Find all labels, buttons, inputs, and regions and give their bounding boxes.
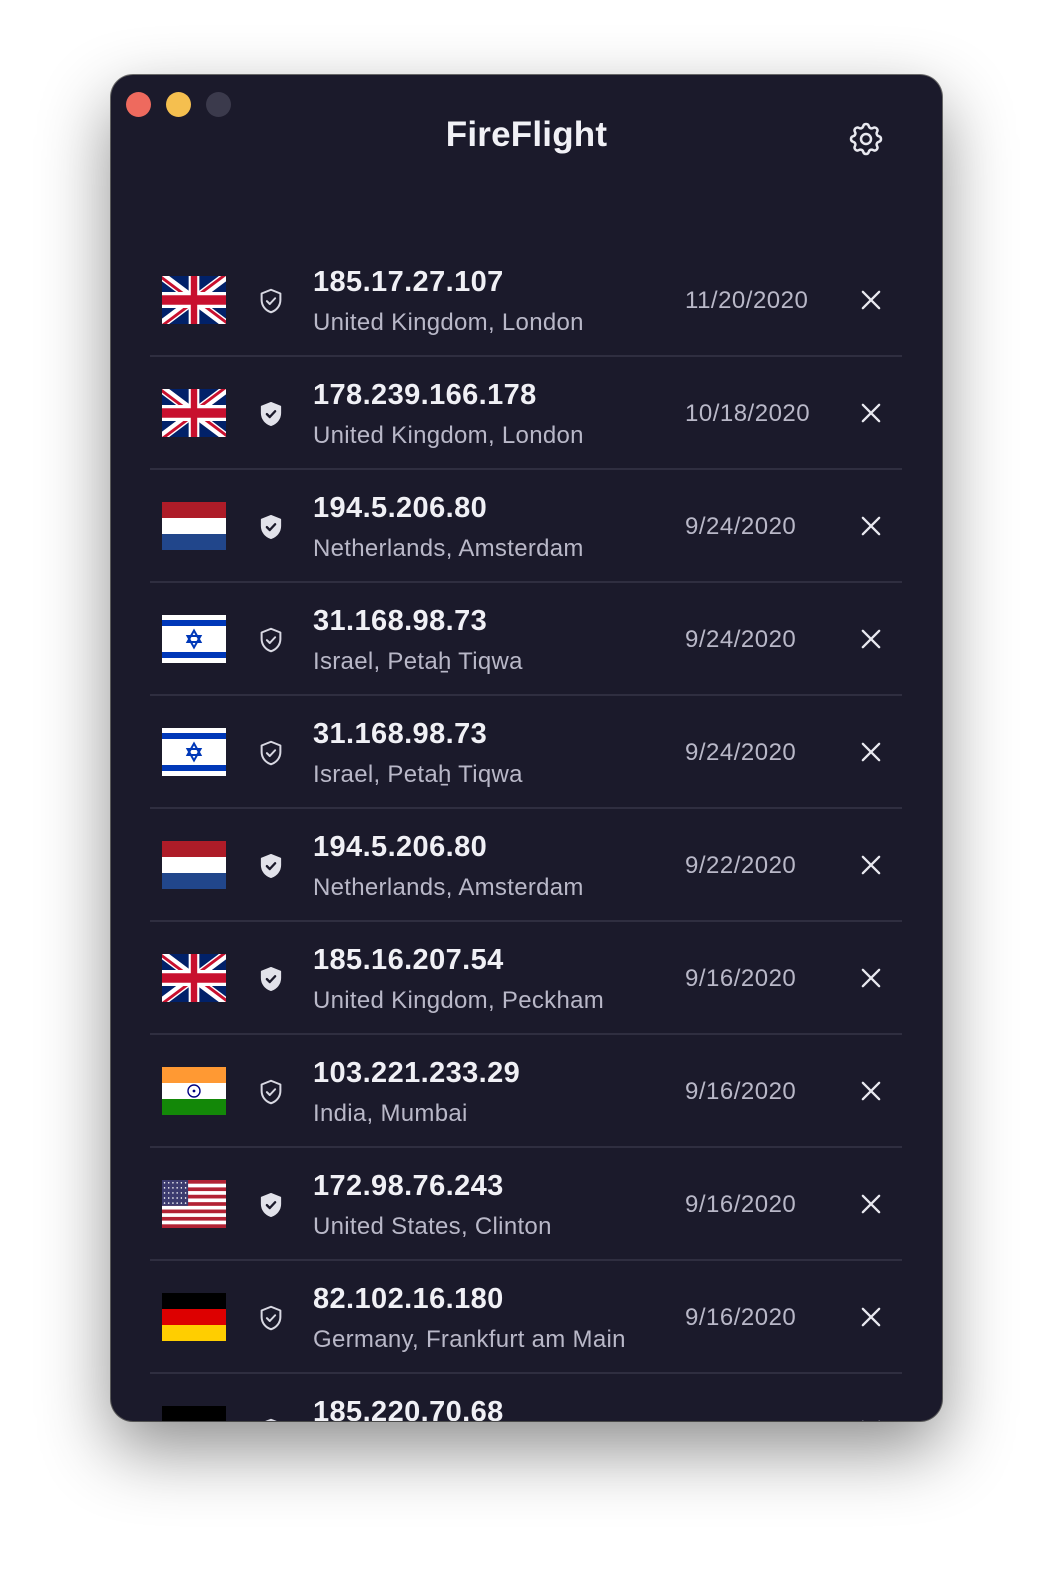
close-icon[interactable] (857, 512, 885, 540)
maximize-window-button[interactable] (206, 92, 231, 117)
flag-nl-icon (162, 502, 226, 550)
ip-address: 103.221.233.29 (313, 1057, 521, 1089)
connection-row[interactable]: 185.17.27.107 United Kingdom, London 11/20… (150, 244, 902, 357)
date-label: 11/20/2020 (685, 287, 809, 314)
close-icon[interactable] (857, 964, 885, 992)
app-window: FireFlight 185.17.27.107 United Kingdom, … (111, 75, 942, 1421)
gear-icon[interactable] (846, 119, 886, 159)
connection-row[interactable]: 178.239.166.178 United Kingdom, London 10/… (150, 357, 902, 470)
location-label: United Kingdom, London (313, 309, 584, 336)
date-label: 9/24/2020 (685, 626, 797, 653)
flag-nl-icon (162, 841, 226, 889)
ip-address: 31.168.98.73 (313, 605, 488, 637)
date-label: 10/18/2020 (685, 400, 811, 427)
flag-gb-icon (162, 954, 226, 1002)
shield-check-filled-icon (256, 399, 286, 429)
location-label: United States, Clinton (313, 1213, 552, 1240)
close-icon[interactable] (857, 738, 885, 766)
ip-address: 178.239.166.178 (313, 379, 537, 411)
flag-gb-graphic (162, 389, 226, 437)
shield-check-filled-icon (256, 1190, 286, 1220)
ip-address: 194.5.206.80 (313, 831, 488, 863)
flag-de-icon (162, 1406, 226, 1421)
flag-gb-graphic (162, 276, 226, 324)
ip-address: 185.16.207.54 (313, 944, 504, 976)
close-icon[interactable] (857, 851, 885, 879)
shield-check-icon (256, 1303, 286, 1333)
close-icon[interactable] (857, 1077, 885, 1105)
close-icon[interactable] (857, 1303, 885, 1331)
date-label: 9/16/2020 (685, 1191, 797, 1218)
location-label: Israel, Petah̠ Tiqwa (313, 761, 523, 788)
app-title: FireFlight (445, 115, 608, 154)
ip-address: 82.102.16.180 (313, 1283, 504, 1315)
connection-list: 185.17.27.107 United Kingdom, London 11/20… (150, 244, 902, 1421)
flag-de-icon (162, 1293, 226, 1341)
flag-il-icon (162, 728, 226, 776)
shield-check-filled-icon (256, 964, 286, 994)
flag-us-icon (162, 1180, 226, 1228)
connection-row[interactable]: 31.168.98.73 Israel, Petah̠ Tiqwa 9/24/202… (150, 583, 902, 696)
close-icon[interactable] (857, 1190, 885, 1218)
ip-address: 185.17.27.107 (313, 266, 504, 298)
connection-row[interactable]: 185.16.207.54 United Kingdom, Peckham 9/16… (150, 922, 902, 1035)
flag-gb-graphic (162, 954, 226, 1002)
shield-check-icon (256, 1416, 286, 1421)
shield-check-icon (256, 625, 286, 655)
shield-check-icon (256, 1077, 286, 1107)
date-label: 9/16/2020 (685, 1304, 797, 1331)
flag-gb-icon (162, 389, 226, 437)
location-label: Netherlands, Amsterdam (313, 535, 584, 562)
connection-row[interactable]: 172.98.76.243 United States, Clinton 9/16/… (150, 1148, 902, 1261)
flag-in-icon (162, 1067, 226, 1115)
window-controls (126, 92, 231, 117)
ip-address: 185.220.70.68 (313, 1396, 504, 1421)
location-label: Germany, Frankfurt am Main (313, 1326, 626, 1353)
connection-row[interactable]: 82.102.16.180 Germany, Frankfurt am Main 9… (150, 1261, 902, 1374)
close-icon[interactable] (857, 1416, 885, 1421)
connection-row[interactable]: 185.220.70.68 (150, 1374, 902, 1421)
date-label: 9/16/2020 (685, 1078, 797, 1105)
ip-address: 194.5.206.80 (313, 492, 488, 524)
close-icon[interactable] (857, 286, 885, 314)
date-label: 9/24/2020 (685, 513, 797, 540)
close-icon[interactable] (857, 399, 885, 427)
close-icon[interactable] (857, 625, 885, 653)
flag-il-icon (162, 615, 226, 663)
location-label: Netherlands, Amsterdam (313, 874, 584, 901)
shield-check-icon (256, 286, 286, 316)
shield-check-filled-icon (256, 512, 286, 542)
shield-check-filled-icon (256, 851, 286, 881)
connection-row[interactable]: 103.221.233.29 India, Mumbai 9/16/2020 (150, 1035, 902, 1148)
ip-address: 172.98.76.243 (313, 1170, 504, 1202)
shield-check-icon (256, 738, 286, 768)
date-label: 9/24/2020 (685, 739, 797, 766)
connection-row[interactable]: 31.168.98.73 Israel, Petah̠ Tiqwa 9/24/202… (150, 696, 902, 809)
minimize-window-button[interactable] (166, 92, 191, 117)
ip-address: 31.168.98.73 (313, 718, 488, 750)
date-label: 9/22/2020 (685, 852, 797, 879)
flag-gb-icon (162, 276, 226, 324)
connection-row[interactable]: 194.5.206.80 Netherlands, Amsterdam 9/24/2… (150, 470, 902, 583)
location-label: India, Mumbai (313, 1100, 468, 1127)
connection-row[interactable]: 194.5.206.80 Netherlands, Amsterdam 9/22/2… (150, 809, 902, 922)
location-label: Israel, Petah̠ Tiqwa (313, 648, 523, 675)
location-label: United Kingdom, Peckham (313, 987, 605, 1014)
date-label: 9/16/2020 (685, 965, 797, 992)
close-window-button[interactable] (126, 92, 151, 117)
location-label: United Kingdom, London (313, 422, 584, 449)
